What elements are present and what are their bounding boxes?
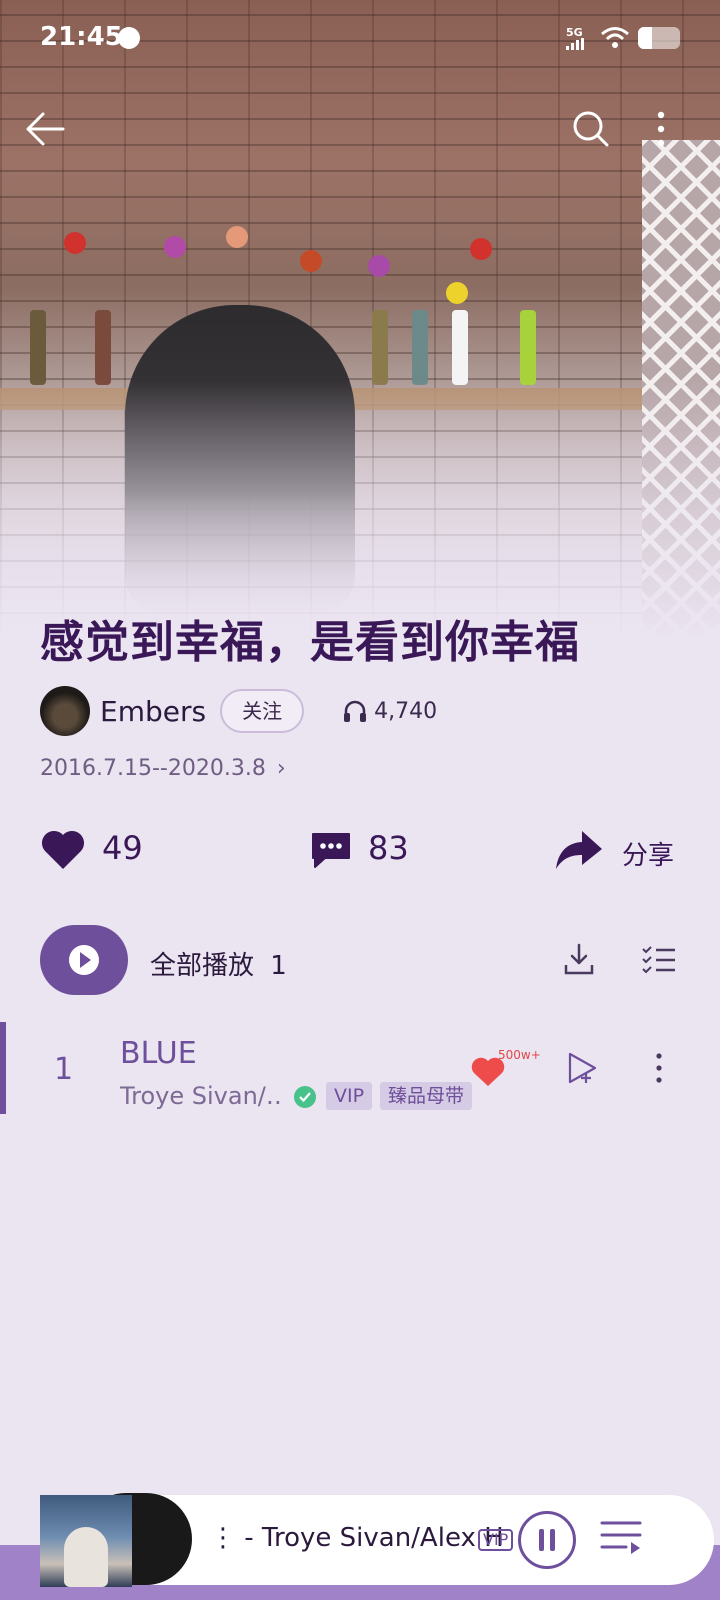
back-button[interactable] [20,104,70,154]
flower [300,250,322,272]
more-vertical-icon [656,1053,662,1083]
pause-icon [539,1529,555,1551]
more-vertical-icon [657,111,665,147]
like-count: 49 [102,829,143,867]
play-count-value: 4,740 [374,698,438,724]
date-range-link[interactable]: 2016.7.15--2020.3.8 › [40,756,286,781]
like-button[interactable] [38,825,88,875]
verified-check-icon [294,1086,316,1108]
download-button[interactable] [556,937,602,983]
author-avatar[interactable] [40,686,90,736]
status-bar: 21:45 5G [0,0,720,78]
top-bar [0,100,720,160]
playlist-queue-button[interactable] [600,1517,644,1561]
flower [446,282,468,304]
share-label[interactable]: 分享 [622,835,674,872]
download-icon [564,943,594,975]
search-icon [573,111,609,147]
date-range: 2016.7.15--2020.3.8 [40,756,266,781]
now-playing-vip-badge: VIP [478,1529,514,1551]
mini-player[interactable]: ⋮ - Troye Sivan/Alex H VIP [40,1493,714,1587]
song-more-button[interactable] [644,1046,674,1090]
vase [520,310,536,385]
vase [412,310,428,385]
play-count: 4,740 [342,699,437,724]
play-icon [69,945,99,975]
cover-fade [0,380,720,640]
header-cover-image [0,0,720,640]
vase [95,310,111,385]
add-to-playlist-icon [568,1052,597,1084]
play-all-button[interactable] [40,925,128,995]
headphones-icon [344,700,367,722]
comment-count: 83 [368,829,409,867]
album-cover-figure [64,1527,108,1587]
multi-select-button[interactable] [636,937,682,983]
flower [226,226,248,248]
flower [164,236,186,258]
song-list-item[interactable]: 1 BLUE Troye Sivan/… VIP 臻品母带 500w+ [0,1022,720,1114]
song-artist: Troye Sivan/… [120,1082,282,1110]
flower [64,232,86,254]
arrow-left-icon [26,112,65,146]
search-button[interactable] [566,104,616,154]
status-time: 21:45 [40,22,123,52]
author-name[interactable]: Embers [100,695,206,728]
vase [372,310,388,385]
add-to-playlist-button[interactable] [560,1046,604,1090]
more-button[interactable] [636,104,686,154]
now-playing-indicator [0,1022,6,1114]
follow-button[interactable]: 关注 [220,689,305,733]
action-row: 49 83 分享 [0,815,720,885]
battery-icon [638,27,680,49]
checklist-icon [642,946,675,974]
wifi-icon [601,27,629,48]
vip-tag: VIP [326,1082,373,1110]
author-row: Embers 关注 4,740 [40,686,437,736]
vase [30,310,46,385]
now-playing-text: ⋮ - Troye Sivan/Alex H [210,1523,504,1553]
comment-button[interactable] [306,825,356,875]
comment-icon [312,833,350,868]
master-quality-tag: 臻品母带 [380,1082,473,1110]
queue-icon [600,1521,642,1554]
signal-icon [566,38,586,50]
album-cover[interactable] [40,1495,132,1587]
pause-button[interactable] [518,1511,576,1569]
song-index: 1 [54,1052,74,1087]
globe-icon [118,27,140,49]
vase [452,310,468,385]
play-all-count: 1 [270,951,287,981]
play-all-label[interactable]: 全部播放 1 [150,945,287,982]
flower [470,238,492,260]
play-all-row: 全部播放 1 [0,925,720,995]
share-button[interactable] [552,825,606,875]
chevron-right-icon: › [276,756,286,781]
playlist-title: 感觉到幸福，是看到你幸福 [40,617,580,668]
song-title: BLUE [120,1036,197,1071]
heart-icon [41,830,85,869]
flower [368,255,390,277]
song-heart-count: 500w+ [498,1048,541,1062]
play-all-text: 全部播放 [150,951,255,981]
share-arrow-icon [556,831,602,869]
